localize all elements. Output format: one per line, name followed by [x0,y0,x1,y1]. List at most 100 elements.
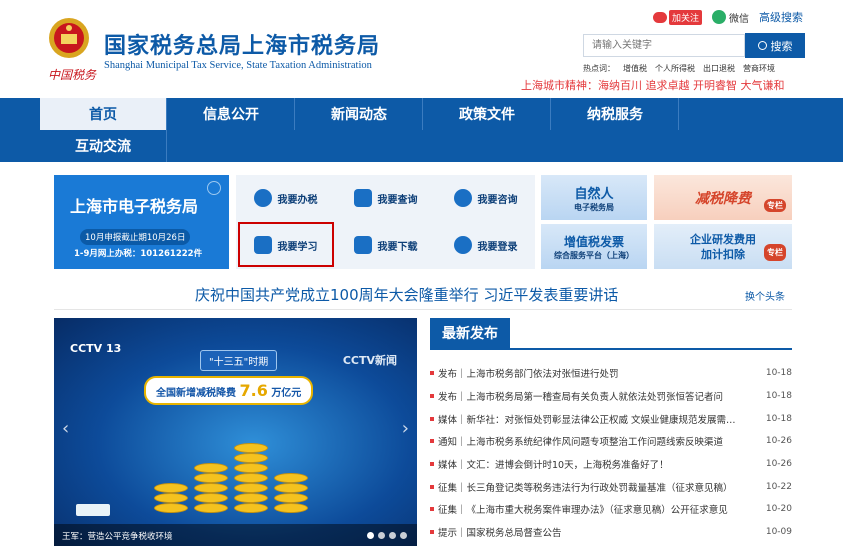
etax-deadline: 10月申报截止期10月26日 [80,229,191,245]
news-date: 10-26 [765,436,792,447]
carousel-dot[interactable] [400,532,407,539]
news-date: 10-09 [765,527,792,538]
promo-subtitle: 电子税务局 [574,202,614,212]
etax-count: 1-9月网上办税：101261222件 [74,249,203,259]
service-login[interactable]: 我要登录 [436,222,535,268]
promo-vat-invoice-platform[interactable]: 增值税发票 综合服务平台（上海） [541,224,647,269]
bullet-icon [430,371,434,376]
wechat-label: 微信 [729,13,749,25]
headline-link[interactable]: 庆祝中国共产党成立100周年大会隆重举行 习近平发表重要讲话 [195,284,618,305]
news-title: 提示｜国家税务总局督查公告 [438,528,562,540]
query-icon [353,189,372,207]
search-input[interactable] [583,34,745,57]
news-title: 发布｜上海市税务部门依法对张恒进行处罚 [438,369,619,381]
cctv-news-logo: CCTV新闻 [342,354,397,367]
news-date: 10-22 [765,481,792,492]
follow-label: 加关注 [668,9,702,25]
carousel-next-button[interactable]: › [402,418,409,439]
nav-news[interactable]: 新闻动态 [296,98,423,130]
bullet-icon [430,416,434,421]
promo-tax-cut-column[interactable]: 减税降费 专栏 [654,175,792,220]
cctv13-logo: CCTV 13 [70,342,122,355]
news-date: 10-26 [765,459,792,470]
carousel-caption[interactable]: 王军：营造公平竞争税收环境 [54,524,417,546]
carousel-prev-button[interactable]: ‹ [62,418,69,439]
handle-tax-icon [253,189,272,207]
change-headline-link[interactable]: 换个头条 [745,288,785,303]
wechat-button[interactable]: 微信 [712,10,749,25]
search-icon [207,181,221,195]
promo-title: 减税降费 [695,190,751,207]
nav-interaction[interactable]: 互动交流 [40,130,167,162]
tab-latest-releases[interactable]: 最新发布 [430,318,510,348]
carousel-dot[interactable] [367,532,374,539]
service-handle-tax[interactable]: 我要办税 [236,175,335,221]
highlight-box [238,222,334,267]
list-item[interactable]: 提示｜国家税务总局督查公告 10-09 [430,521,792,544]
etax-title: 上海市电子税务局 [70,197,199,216]
advanced-search-link[interactable]: 高级搜索 [759,9,803,25]
carousel-dot[interactable] [389,532,396,539]
news-carousel[interactable]: CCTV 13 CCTV新闻 "十三五"时期 全国新增减税降费 7.6 万亿元 … [54,318,417,546]
weibo-icon [652,11,667,23]
tax-cut-banner: 全国新增减税降费 7.6 万亿元 [144,376,314,405]
service-consult[interactable]: 我要咨询 [436,175,535,221]
list-item[interactable]: 发布｜上海市税务部门依法对张恒进行处罚 10-18 [430,362,792,385]
service-query[interactable]: 我要查询 [336,175,435,221]
list-item[interactable]: 征集｜《上海市重大税务案件审理办法》（征求意见稿）公开征求意见 10-20 [430,498,792,521]
bullet-icon [430,394,434,399]
carousel-dot[interactable] [378,532,385,539]
site-header: 中国税务 国家税务总局上海市税务局 Shanghai Municipal Tax… [0,0,843,98]
brand-logo-text: 中国税务 [48,68,97,82]
hot-word-link[interactable]: 增值税 [623,63,647,74]
promo-rd-deduction[interactable]: 企业研发费用 加计扣除 专栏 [654,224,792,269]
carousel-dots [367,532,407,539]
bullet-icon [430,507,434,512]
nav-home[interactable]: 首页 [40,98,167,130]
list-item[interactable]: 发布｜上海市税务局第一稽查局有关负责人就依法处罚张恒答记者问 10-18 [430,385,792,408]
list-item[interactable]: 征集｜长三角登记类等税务违法行为行政处罚裁量基准（征求意见稿） 10-22 [430,475,792,498]
column-tag: 专栏 [764,199,786,212]
news-program-logo [76,504,110,516]
service-label: 我要登录 [477,241,518,253]
news-title: 媒体｜新华社：对张恒处罚彰显法律公正权威 文娱业健康规范发展需… [438,414,736,426]
service-download[interactable]: 我要下载 [336,222,435,268]
list-item[interactable]: 媒体｜文汇：进博会倒计时10天，上海税务准备好了！ 10-26 [430,453,792,476]
list-item[interactable]: 通知｜上海市税务系统纪律作风问题专项整治工作问题线索反映渠道 10-26 [430,430,792,453]
search-button-label: 搜索 [770,40,793,53]
news-date: 10-20 [765,504,792,515]
promo-title-line2: 加计扣除 [701,247,745,261]
news-title: 征集｜《上海市重大税务案件审理办法》（征求意见稿）公开征求意见 [438,505,728,517]
hot-word-link[interactable]: 营商环境 [743,63,775,74]
news-title: 媒体｜文汇：进博会倒计时10天，上海税务准备好了！ [438,460,669,472]
wechat-icon [712,10,726,24]
search-button[interactable]: 搜索 [745,33,805,58]
promo-subtitle: 综合服务平台（上海） [554,250,634,260]
news-date: 10-18 [765,413,792,424]
city-spirit-text: 上海城市精神：海纳百川 追求卓越 开明睿智 大气谦和 [521,79,785,92]
site-title[interactable]: 国家税务总局上海市税务局 [104,28,380,60]
promo-title: 企业研发费用 [690,232,756,246]
news-title: 发布｜上海市税务局第一稽查局有关负责人就依法处罚张恒答记者问 [438,392,724,404]
promo-title: 增值税发票 [563,234,624,249]
nav-tax-service[interactable]: 纳税服务 [552,98,679,130]
nav-info-disclosure[interactable]: 信息公开 [168,98,295,130]
main-nav: 首页 信息公开 新闻动态 政策文件 纳税服务 互动交流 [0,98,843,162]
weibo-follow-button[interactable]: 加关注 [652,9,702,25]
banner-suffix: 万亿元 [271,388,302,399]
hot-word-link[interactable]: 出口退税 [703,63,735,74]
etax-bureau-panel[interactable]: 上海市电子税务局 10月申报截止期10月26日 1-9月网上办税：1012612… [54,175,229,269]
promo-natural-person-etax[interactable]: 自然人 电子税务局 [541,175,647,220]
bullet-icon [430,462,434,467]
news-date: 10-18 [765,368,792,379]
list-item[interactable]: 媒体｜新华社：对张恒处罚彰显法律公正权威 文娱业健康规范发展需… 10-18 [430,407,792,430]
news-title: 通知｜上海市税务系统纪律作风问题专项整治工作问题线索反映渠道 [438,437,724,449]
user-icon [453,236,472,254]
service-label: 我要咨询 [477,194,518,206]
site-subtitle: Shanghai Municipal Tax Service, State Ta… [104,60,372,71]
service-label: 我要查询 [377,194,418,206]
hot-word-link[interactable]: 个人所得税 [655,63,695,74]
nav-policies[interactable]: 政策文件 [424,98,551,130]
bullet-icon [430,530,434,535]
divider [54,309,792,310]
